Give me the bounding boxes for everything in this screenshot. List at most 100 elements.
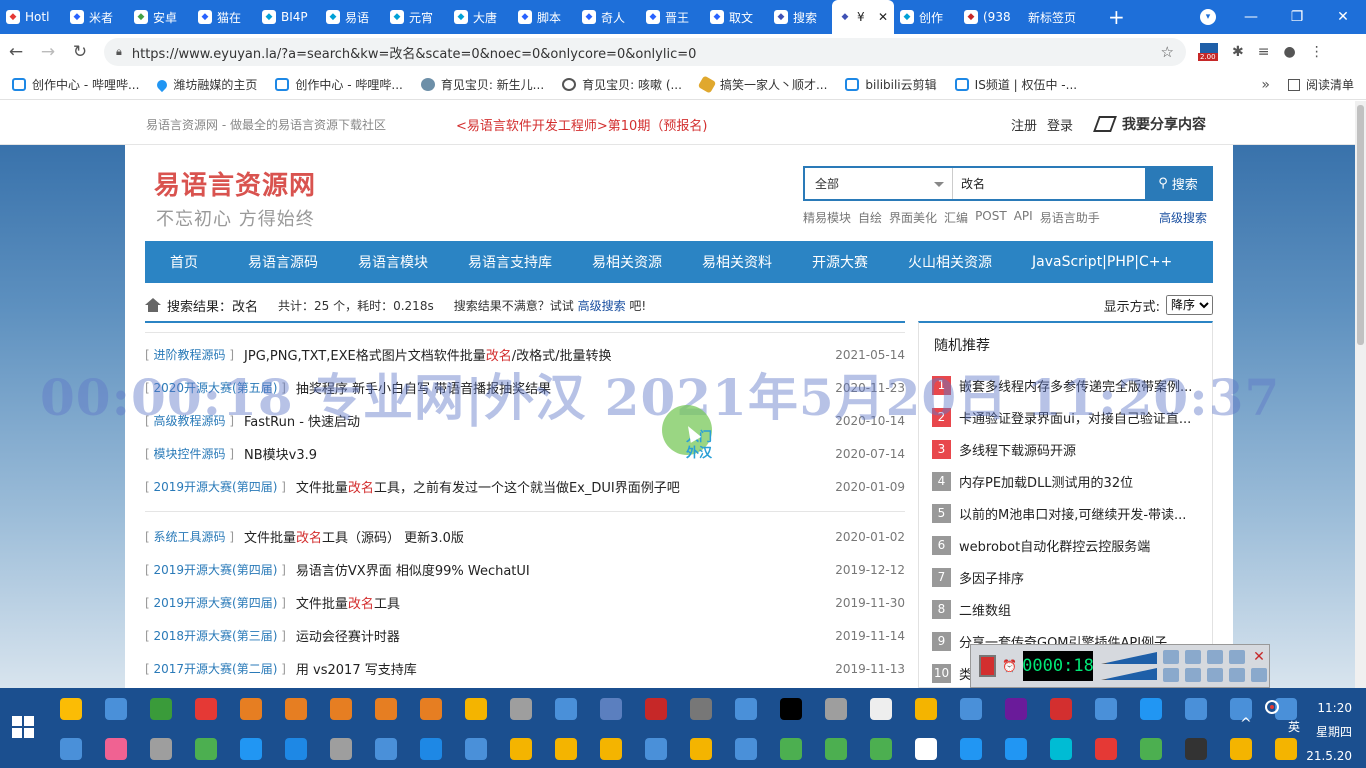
- hot-keyword-link[interactable]: 界面美化: [889, 209, 937, 226]
- hot-keyword-link[interactable]: API: [1014, 209, 1033, 226]
- browser-tab[interactable]: ◆ 猫在: [192, 0, 256, 34]
- taskbar-app-icon[interactable]: [907, 694, 944, 724]
- taskbar-app-icon[interactable]: [952, 694, 989, 724]
- taskbar-app-icon[interactable]: [232, 694, 269, 724]
- result-category-link[interactable]: [ 2017开源大赛(第二届) ]: [145, 660, 286, 677]
- taskbar-app-icon[interactable]: [1267, 734, 1304, 764]
- taskbar-app-icon[interactable]: [772, 694, 809, 724]
- result-title-link[interactable]: 文件批量改名工具: [296, 593, 400, 612]
- taskbar-app-icon[interactable]: [862, 734, 899, 764]
- sort-order-select[interactable]: 降序: [1166, 295, 1213, 315]
- nav-item[interactable]: 火山相关资源: [888, 252, 1012, 272]
- taskbar-app-icon[interactable]: [637, 734, 674, 764]
- window-icon[interactable]: [1207, 668, 1223, 682]
- hot-keyword-link[interactable]: 易语言助手: [1040, 209, 1100, 226]
- pen-icon[interactable]: [1229, 650, 1245, 664]
- back-button[interactable]: ←: [0, 42, 32, 62]
- taskbar-app-icon[interactable]: [547, 694, 584, 724]
- bookmark-item[interactable]: 育见宝贝: 新生儿...: [420, 76, 544, 93]
- maximize-button[interactable]: ❐: [1274, 9, 1320, 25]
- mic-volume-icon[interactable]: [1101, 668, 1157, 680]
- taskbar-app-icon[interactable]: [952, 734, 989, 764]
- taskbar-app-icon[interactable]: [322, 694, 359, 724]
- taskbar-app-icon[interactable]: [187, 734, 224, 764]
- share-content-button[interactable]: 我要分享内容: [1093, 114, 1206, 134]
- bookmark-item[interactable]: 搞笑一家人丶顺才...: [697, 75, 827, 94]
- browser-tab[interactable]: ◆ 奇人: [576, 0, 640, 34]
- recommend-item[interactable]: 7 多因子排序: [932, 561, 1212, 593]
- taskbar-app-icon[interactable]: [817, 694, 854, 724]
- result-title-link[interactable]: 文件批量改名工具，之前有发过一个这个就当做Ex_DUI界面例子吧: [296, 477, 680, 496]
- browser-tab[interactable]: ◆ 易语: [320, 0, 384, 34]
- bookmarks-more-icon[interactable]: »: [1261, 77, 1270, 93]
- close-tab-icon[interactable]: ✕: [878, 10, 888, 24]
- advanced-search-link[interactable]: 高级搜索: [1159, 209, 1207, 226]
- nav-item[interactable]: 首页: [145, 252, 228, 272]
- taskbar-app-icon[interactable]: [457, 734, 494, 764]
- recommend-item[interactable]: 5 以前的M池串口对接,可继续开发-带读...: [932, 497, 1212, 529]
- taskbar-app-icon[interactable]: [1132, 734, 1169, 764]
- taskbar-app-icon[interactable]: [1087, 734, 1124, 764]
- media-icon[interactable]: ≡: [1258, 44, 1270, 60]
- browser-tab[interactable]: ◆ (938: [958, 0, 1022, 34]
- browser-tab[interactable]: ◆ 元宵: [384, 0, 448, 34]
- taskbar-app-icon[interactable]: [547, 734, 584, 764]
- hint-advanced-link[interactable]: 高级搜索: [578, 299, 626, 313]
- login-link[interactable]: 登录: [1047, 115, 1073, 134]
- hot-keyword-link[interactable]: 自绘: [858, 209, 882, 226]
- taskbar-app-icon[interactable]: [1177, 694, 1214, 724]
- taskbar-app-icon[interactable]: [682, 734, 719, 764]
- taskbar-app-icon[interactable]: [907, 734, 944, 764]
- browser-tab[interactable]: ◆ 大唐: [448, 0, 512, 34]
- browser-tab[interactable]: ◆ BI4P: [256, 0, 320, 34]
- recommend-item[interactable]: 4 内存PE加载DLL测试用的32位: [932, 465, 1212, 497]
- taskbar-app-icon[interactable]: [1177, 734, 1214, 764]
- search-input[interactable]: [953, 168, 1145, 199]
- taskbar-app-icon[interactable]: [187, 694, 224, 724]
- search-scope-select[interactable]: 全部: [805, 168, 953, 199]
- taskbar-app-icon[interactable]: [997, 694, 1034, 724]
- taskbar-app-icon[interactable]: [1042, 694, 1079, 724]
- taskbar-app-icon[interactable]: [97, 694, 134, 724]
- nav-item[interactable]: 易语言源码: [228, 252, 338, 272]
- bookmark-item[interactable]: 创作中心 - 哔哩哔...: [275, 76, 403, 93]
- taskbar-app-icon[interactable]: [637, 694, 674, 724]
- bookmark-item[interactable]: 育见宝贝: 咳嗽 (...: [562, 76, 682, 93]
- site-logo[interactable]: 易语言资源网: [154, 165, 316, 202]
- close-window-button[interactable]: ✕: [1320, 9, 1366, 25]
- home-icon[interactable]: [145, 298, 161, 312]
- page-scrollbar[interactable]: [1355, 101, 1366, 688]
- tab-active[interactable]: ◆ ¥ ✕: [832, 0, 894, 34]
- result-category-link[interactable]: [ 2019开源大赛(第四届) ]: [145, 594, 286, 611]
- record-tray-icon[interactable]: [1265, 700, 1279, 714]
- menu-icon[interactable]: ⋮: [1310, 44, 1324, 60]
- recommend-item[interactable]: 3 多线程下载源码开源: [932, 433, 1212, 465]
- taskbar-app-icon[interactable]: [502, 694, 539, 724]
- close-recorder-icon[interactable]: ✕: [1251, 650, 1267, 664]
- nav-item[interactable]: 易相关资料: [682, 252, 792, 272]
- folder-icon[interactable]: [1185, 650, 1201, 664]
- new-tab-button[interactable]: +: [1096, 5, 1137, 29]
- browser-tab[interactable]: ◆ 搜索: [768, 0, 832, 34]
- bookmark-star-icon[interactable]: ☆: [1161, 43, 1174, 61]
- extension-badge-icon[interactable]: 2.00: [1198, 43, 1218, 61]
- volume-levels[interactable]: [1101, 652, 1157, 680]
- bookmark-item[interactable]: IS频道 | 权伍中 -...: [954, 76, 1077, 93]
- wifi-icon[interactable]: [1163, 650, 1179, 664]
- browser-tab[interactable]: ◆ Hotl: [0, 0, 64, 34]
- taskbar-app-icon[interactable]: [727, 694, 764, 724]
- browser-tab[interactable]: ◆ 晋王: [640, 0, 704, 34]
- taskbar-app-icon[interactable]: [502, 734, 539, 764]
- stop-record-button[interactable]: [979, 655, 997, 677]
- browser-tab[interactable]: ◆ 安卓: [128, 0, 192, 34]
- tab-search-icon[interactable]: ▾: [1200, 9, 1216, 25]
- taskbar-app-icon[interactable]: [367, 734, 404, 764]
- result-title-link[interactable]: 文件批量改名工具（源码） 更新3.0版: [244, 527, 464, 546]
- taskbar-app-icon[interactable]: [682, 694, 719, 724]
- monitor-icon[interactable]: [1229, 668, 1245, 682]
- result-title-link[interactable]: 运动会径赛计时器: [296, 626, 400, 645]
- camera-icon[interactable]: [1163, 668, 1179, 682]
- result-category-link[interactable]: [ 模块控件源码 ]: [145, 445, 234, 462]
- nav-item[interactable]: 开源大赛: [792, 252, 888, 272]
- profile-icon[interactable]: ●: [1283, 44, 1295, 60]
